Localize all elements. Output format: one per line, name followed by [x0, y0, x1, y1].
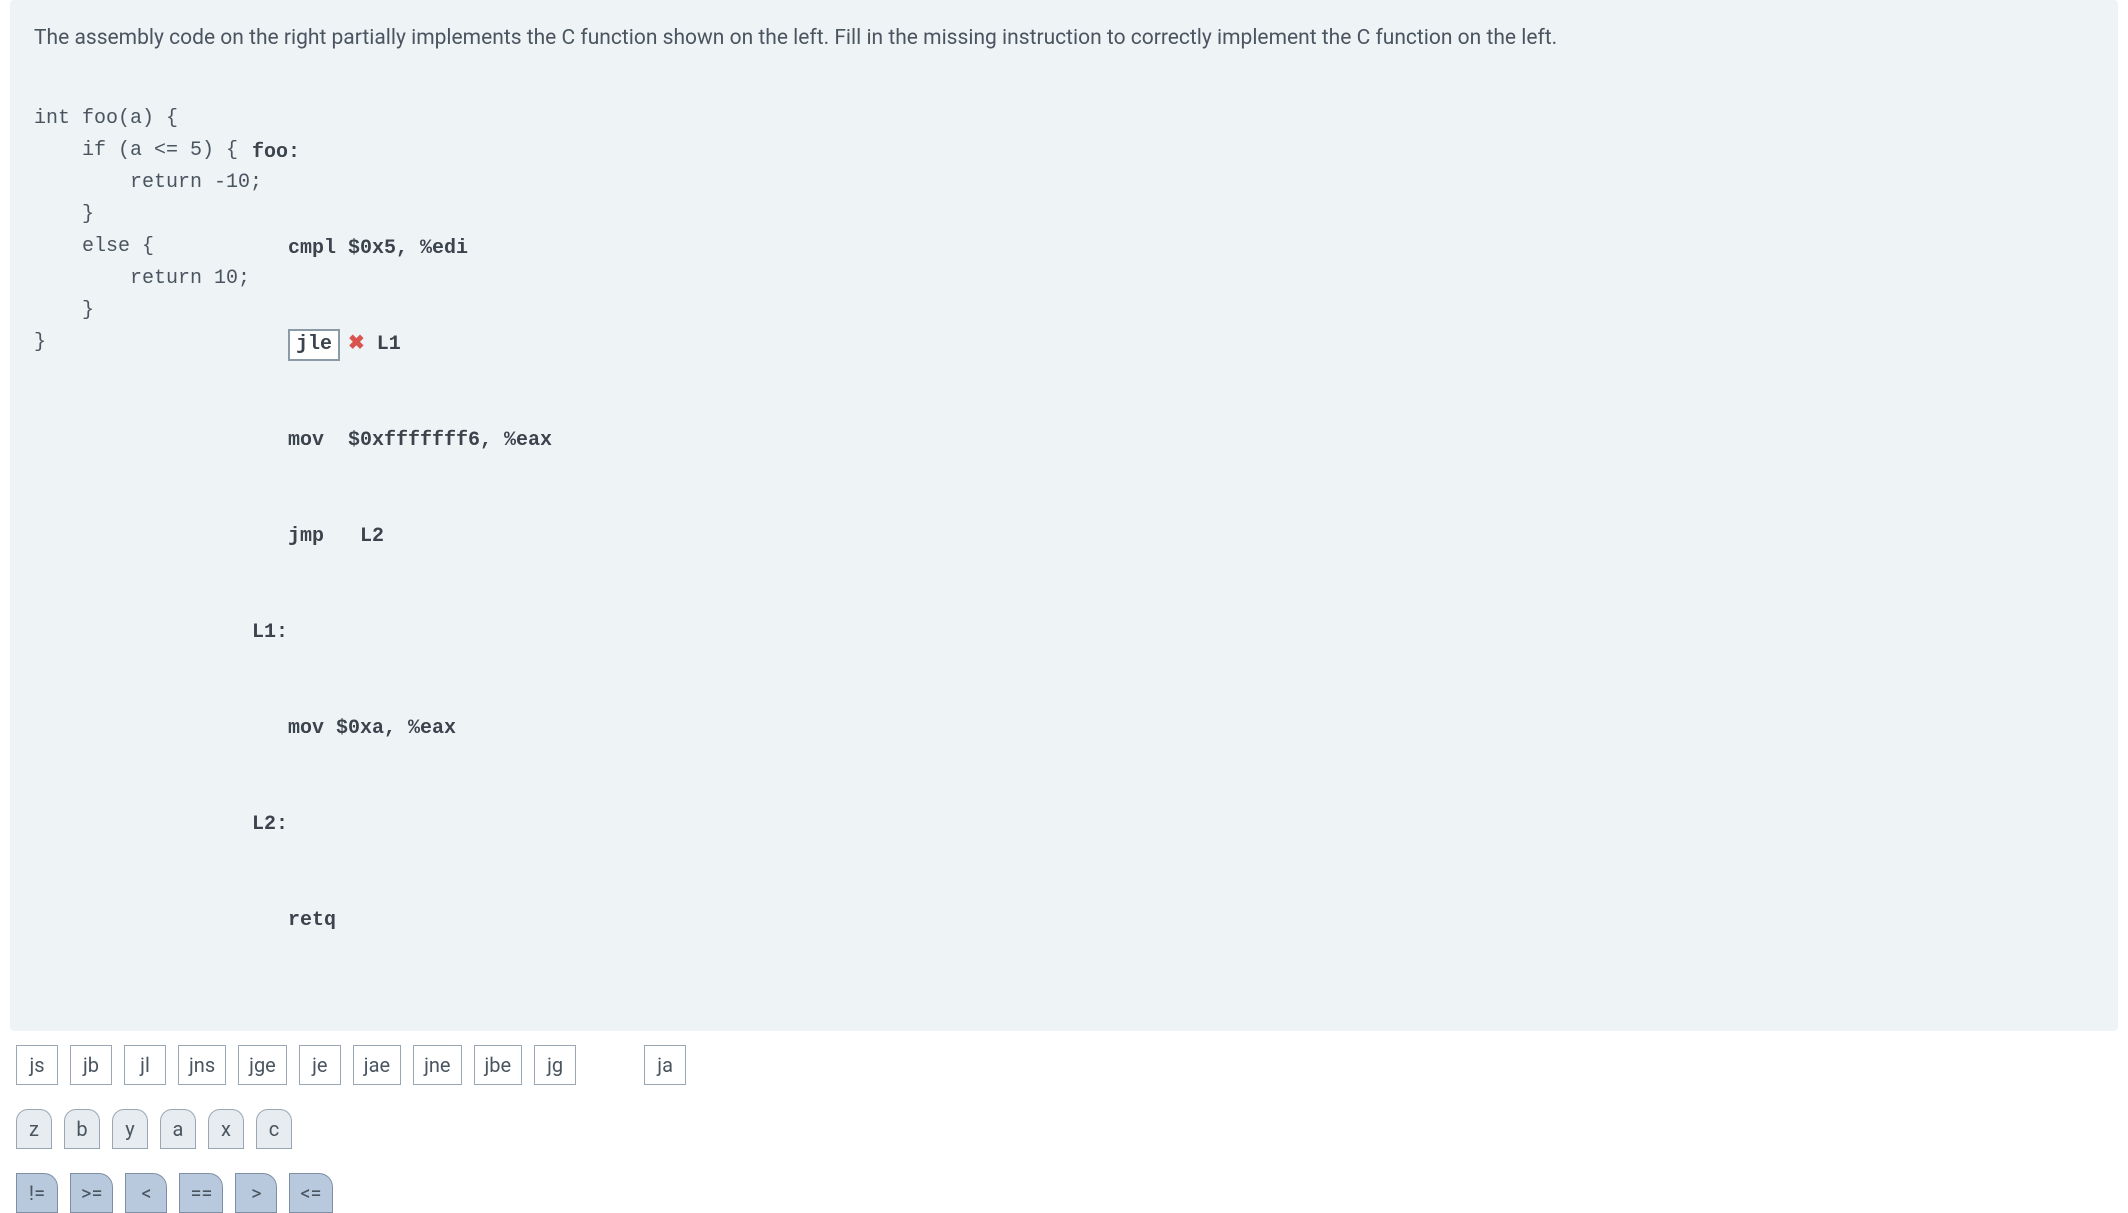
token-c[interactable]: c — [256, 1109, 292, 1149]
token-a[interactable]: a — [160, 1109, 196, 1149]
asm-mov-neg10: mov $0xfffffff6, %eax — [288, 425, 552, 457]
token-jl[interactable]: jl — [124, 1045, 166, 1085]
token-__[interactable]: >= — [70, 1173, 113, 1213]
asm-jmp: jmp L2 — [288, 521, 384, 553]
token-bank-jumps: jsjbjljnsjgejejaejnejbejg ja — [16, 1045, 2128, 1085]
asm-label-l1: L1: — [252, 617, 288, 649]
token-bank-vars: zbyaxc — [16, 1109, 2128, 1149]
asm-retq: retq — [288, 905, 336, 937]
asm-mov-10: mov $0xa, %eax — [288, 713, 456, 745]
wrong-icon: ✖ — [348, 329, 365, 361]
token-js[interactable]: js — [16, 1045, 58, 1085]
answer-blank[interactable]: jle — [288, 329, 340, 361]
token-bank-ops: != >= < == > <= — [16, 1173, 2128, 1213]
c-source-code: int foo(a) { if (a <= 5) { return -10; }… — [34, 73, 242, 1001]
token-jb[interactable]: jb — [70, 1045, 112, 1085]
token-jge[interactable]: jge — [238, 1045, 287, 1085]
token-z[interactable]: z — [16, 1109, 52, 1149]
token-jae[interactable]: jae — [353, 1045, 401, 1085]
asm-cmpl: cmpl $0x5, %edi — [288, 233, 468, 265]
code-columns: int foo(a) { if (a <= 5) { return -10; }… — [34, 73, 2094, 1001]
token-jns[interactable]: jns — [178, 1045, 226, 1085]
token-ja[interactable]: ja — [644, 1045, 686, 1085]
token-_[interactable]: < — [125, 1173, 167, 1213]
asm-label-l2: L2: — [252, 809, 288, 841]
token-jne[interactable]: jne — [413, 1045, 461, 1085]
token-jbe[interactable]: jbe — [474, 1045, 523, 1085]
token-__[interactable]: == — [179, 1173, 223, 1213]
token-__[interactable]: != — [16, 1173, 58, 1213]
token-_[interactable]: > — [235, 1173, 277, 1213]
token-b[interactable]: b — [64, 1109, 100, 1149]
question-panel: The assembly code on the right partially… — [10, 0, 2118, 1031]
asm-blank-suffix: L1 — [377, 329, 401, 361]
question-prompt: The assembly code on the right partially… — [34, 22, 2094, 55]
token-jg[interactable]: jg — [534, 1045, 576, 1085]
token-je[interactable]: je — [299, 1045, 341, 1085]
token-y[interactable]: y — [112, 1109, 148, 1149]
asm-label-foo: foo: — [252, 137, 300, 169]
token-x[interactable]: x — [208, 1109, 244, 1149]
token-__[interactable]: <= — [289, 1173, 332, 1213]
assembly-listing: foo: cmpl $0x5, %edi jle ✖ L1 mov $0xfff… — [252, 73, 2094, 1001]
